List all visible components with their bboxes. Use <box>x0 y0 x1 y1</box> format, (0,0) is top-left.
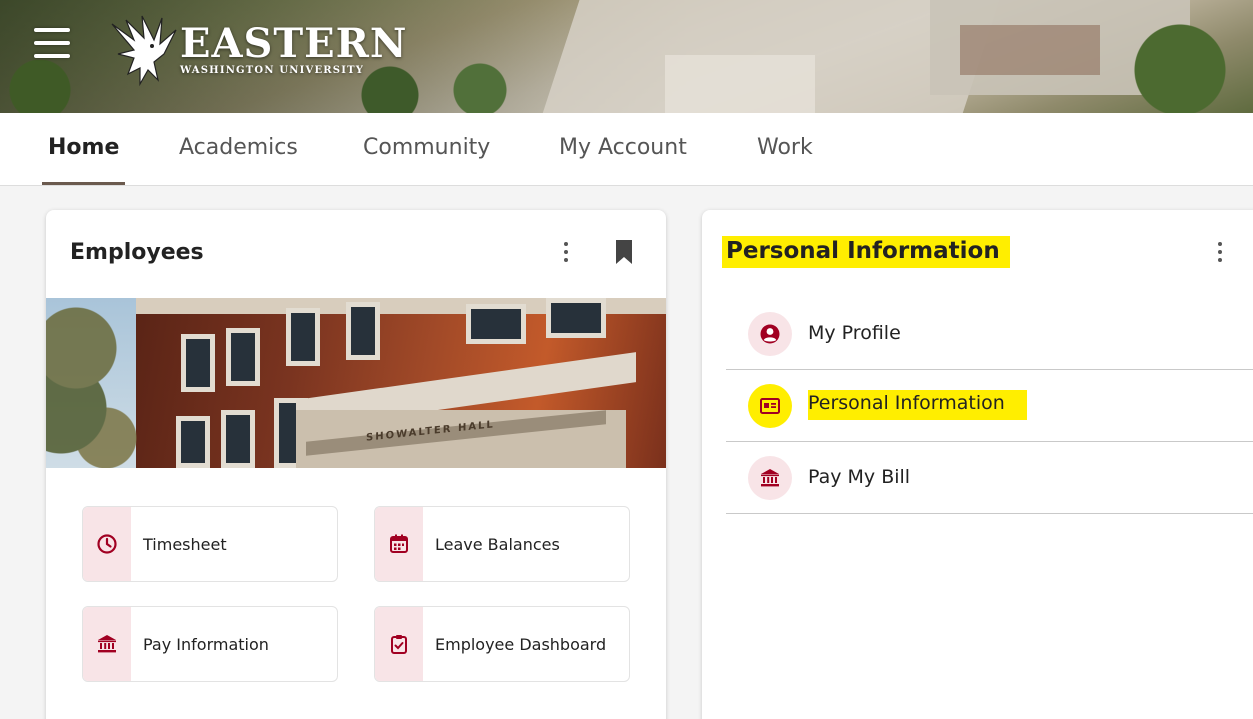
personal-card-title: Personal Information <box>722 236 1010 268</box>
bank-icon <box>761 469 779 487</box>
tab-work[interactable]: Work <box>751 135 819 185</box>
my-profile-link[interactable]: My Profile <box>726 298 1253 370</box>
bank-icon <box>98 635 116 653</box>
tile-label: Employee Dashboard <box>435 634 607 654</box>
employees-card-title: Employees <box>70 240 204 265</box>
timesheet-tile[interactable]: Timesheet <box>82 506 338 582</box>
pay-my-bill-link[interactable]: Pay My Bill <box>726 442 1253 514</box>
header-banner: EASTERN WASHINGTON UNIVERSITY <box>0 0 1253 113</box>
personal-information-card: Personal Information My Profile Personal… <box>702 210 1253 719</box>
banner-roof <box>665 55 815 113</box>
main-nav-tabs: Home Academics Community My Account Work <box>0 113 1253 186</box>
banner-trees <box>1110 20 1253 113</box>
tile-label: Timesheet <box>143 534 227 554</box>
employee-dashboard-tile[interactable]: Employee Dashboard <box>374 606 630 682</box>
clipboard-check-icon <box>391 635 407 654</box>
tile-label: Pay Information <box>143 634 269 654</box>
banner-roof <box>960 25 1100 75</box>
personal-information-link[interactable]: Personal Information <box>726 370 1253 442</box>
leave-balances-tile[interactable]: Leave Balances <box>374 506 630 582</box>
user-circle-icon <box>760 324 780 344</box>
building-image: SHOWALTER HALL <box>46 298 666 468</box>
kebab-menu-icon[interactable] <box>556 238 576 266</box>
tab-home[interactable]: Home <box>42 135 126 185</box>
employees-card: Employees SHOWALTER HALL Timesheet Leave… <box>46 210 666 719</box>
logo-name: EASTERN <box>180 20 408 67</box>
tile-label: Leave Balances <box>435 534 560 554</box>
kebab-menu-icon[interactable] <box>1210 238 1230 266</box>
clock-icon <box>97 534 117 554</box>
hamburger-menu-icon[interactable] <box>34 28 70 58</box>
eagle-logo-icon <box>111 15 177 87</box>
pay-information-tile[interactable]: Pay Information <box>82 606 338 682</box>
list-item-label: My Profile <box>808 322 901 344</box>
bookmark-icon[interactable] <box>612 238 636 266</box>
calendar-icon <box>390 534 408 553</box>
id-card-icon <box>760 398 780 414</box>
list-item-label: Personal Information <box>808 390 1027 420</box>
list-item-label: Pay My Bill <box>808 466 911 488</box>
university-logo[interactable]: EASTERN WASHINGTON UNIVERSITY <box>104 10 407 90</box>
tab-my-account[interactable]: My Account <box>553 135 693 185</box>
tab-academics[interactable]: Academics <box>173 135 304 185</box>
tab-community[interactable]: Community <box>357 135 496 185</box>
